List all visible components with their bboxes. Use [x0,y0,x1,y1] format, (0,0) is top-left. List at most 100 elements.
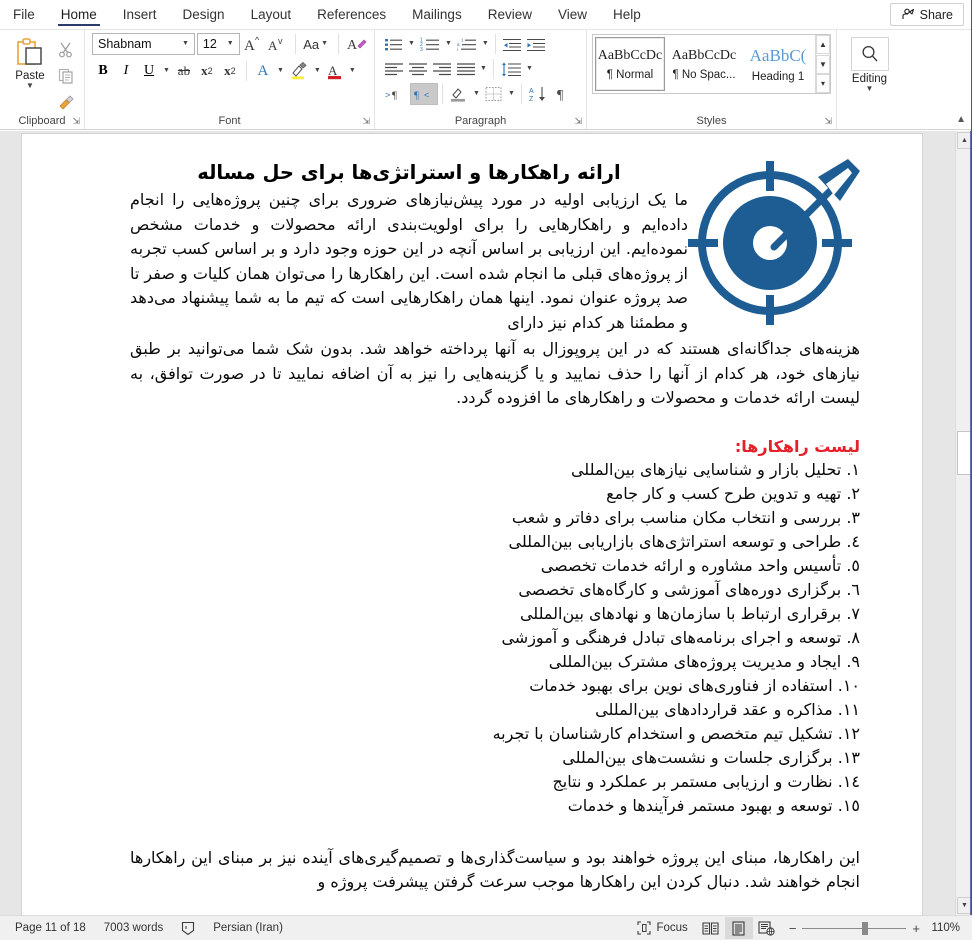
increase-indent-button[interactable] [524,33,548,55]
chevron-up-icon: ▲ [819,40,827,49]
line-spacing-button[interactable] [498,58,524,80]
chevron-down-icon[interactable]: ▼ [26,82,34,90]
list-item: ١٤. نظارت و ارزیابی مستمر بر عملکرد و نت… [552,771,860,791]
tab-file[interactable]: File [0,0,48,29]
copy-button[interactable] [54,65,78,87]
bold-button[interactable]: B [92,60,114,82]
clipboard-dialog-launcher[interactable]: ⇲ [72,116,80,127]
tab-review[interactable]: Review [475,0,545,29]
styles-dialog-launcher[interactable]: ⇲ [824,116,832,127]
zoom-track[interactable] [802,921,907,935]
bullets-dropdown[interactable]: ▼ [406,33,417,55]
zoom-level-label[interactable]: 110% [928,922,966,934]
grow-font-icon: A ^ [244,35,262,53]
shading-dropdown[interactable]: ▼ [471,83,482,105]
text-effects-button[interactable]: A [252,60,274,82]
clear-formatting-button[interactable]: A [345,33,369,55]
word-count-status[interactable]: 7003 words [95,922,172,934]
magnifier-icon [850,37,889,71]
align-left-button[interactable] [382,58,406,80]
font-color-button[interactable]: A [324,60,346,82]
align-right-button[interactable] [430,58,454,80]
document-page[interactable]: ارائه راهکارها و استراتژی‌ها برای حل مسا… [22,134,922,915]
zoom-in-button[interactable]: + [912,921,920,936]
document-canvas[interactable]: ارائه راهکارها و استراتژی‌ها برای حل مسا… [0,131,972,915]
strikethrough-button[interactable]: ab [173,60,195,82]
tab-design[interactable]: Design [170,0,238,29]
grow-font-button[interactable]: A ^ [242,33,264,55]
tab-mailings[interactable]: Mailings [399,0,475,29]
align-center-button[interactable] [406,58,430,80]
style-item-no-spacing[interactable]: AaBbCcDc ¶ No Spac... [669,37,739,91]
line-spacing-dropdown[interactable]: ▼ [524,58,535,80]
numbering-dropdown[interactable]: ▼ [443,33,454,55]
focus-mode-button[interactable]: Focus [628,921,696,935]
underline-dropdown[interactable]: ▼ [161,60,172,82]
gallery-scroll-down-button[interactable]: ▼ [816,54,830,74]
subscript-button[interactable]: x2 [196,60,218,82]
multilevel-list-button[interactable]: 1ai [454,33,480,55]
text-effects-dropdown[interactable]: ▼ [275,60,286,82]
print-layout-button[interactable] [724,917,753,939]
style-item-heading-1[interactable]: AaBbC( Heading 1 [743,37,813,91]
text-highlight-button[interactable] [287,60,311,82]
shading-button[interactable] [447,83,471,105]
justify-dropdown[interactable]: ▼ [478,58,489,80]
zoom-out-button[interactable]: − [789,921,797,936]
italic-button[interactable]: I [115,60,137,82]
ltr-text-direction-button[interactable]: > ¶ [382,83,410,105]
page-number-status[interactable]: Page 11 of 18 [6,922,95,934]
borders-dropdown[interactable]: ▼ [506,83,517,105]
change-case-button[interactable]: Aa ▼ [301,33,331,55]
highlight-dropdown[interactable]: ▼ [312,60,323,82]
paragraph-dialog-launcher[interactable]: ⇲ [574,116,582,127]
tab-help[interactable]: Help [600,0,654,29]
font-name-combobox[interactable]: Shabnam ▼ [92,33,195,55]
show-formatting-marks-button[interactable]: ¶ [552,83,574,105]
proofing-status[interactable] [172,921,204,936]
gallery-more-button[interactable]: ▾ [816,74,830,93]
collapse-ribbon-button[interactable]: ▲ [956,114,966,125]
format-painter-button[interactable] [54,91,78,113]
bullets-button[interactable] [382,33,406,55]
font-size-combobox[interactable]: 12 ▼ [196,33,240,55]
read-mode-icon [702,921,719,936]
underline-button[interactable]: U [138,60,160,82]
font-dialog-launcher[interactable]: ⇲ [362,116,370,127]
sort-button[interactable]: AZ [526,83,552,105]
style-item-normal[interactable]: AaBbCcDc ¶ Normal [595,37,665,91]
web-layout-button[interactable] [753,917,781,939]
multilevel-dropdown[interactable]: ▼ [480,33,491,55]
justify-button[interactable] [454,58,478,80]
font-name-value: Shabnam [98,37,152,51]
editing-button[interactable]: Editing ▼ [850,33,889,93]
language-status[interactable]: Persian (Iran) [204,922,292,934]
read-mode-button[interactable] [697,917,725,939]
shrink-font-button[interactable]: Av [266,33,288,55]
align-left-icon [385,62,403,76]
paintbrush-icon [57,94,75,110]
borders-button[interactable] [482,83,506,105]
tab-insert[interactable]: Insert [110,0,170,29]
gallery-scroll-up-button[interactable]: ▲ [816,35,830,54]
scissors-icon [58,42,74,58]
ribbon-group-font: Shabnam ▼ 12 ▼ A^ Av Aa▼ A B I U ▼ ab [84,30,374,129]
tab-view[interactable]: View [545,0,600,29]
tab-label: References [317,7,387,22]
font-color-dropdown[interactable]: ▼ [347,60,358,82]
rtl-text-direction-button[interactable]: ¶ < [410,83,438,105]
paste-button[interactable]: Paste ▼ [6,35,54,90]
tab-references[interactable]: References [304,0,399,29]
chevron-down-icon[interactable]: ▼ [866,85,874,93]
tab-layout[interactable]: Layout [238,0,305,29]
tab-home[interactable]: Home [48,0,110,29]
superscript-button[interactable]: x2 [219,60,241,82]
numbered-list-icon: 123 [420,37,440,52]
zoom-slider[interactable]: − + [781,921,928,936]
style-preview: AaBbCcDc [671,47,737,63]
cut-button[interactable] [54,39,78,61]
numbering-button[interactable]: 123 [417,33,443,55]
share-button[interactable]: Share [889,3,964,26]
decrease-indent-button[interactable] [500,33,524,55]
zoom-thumb[interactable] [862,921,869,935]
